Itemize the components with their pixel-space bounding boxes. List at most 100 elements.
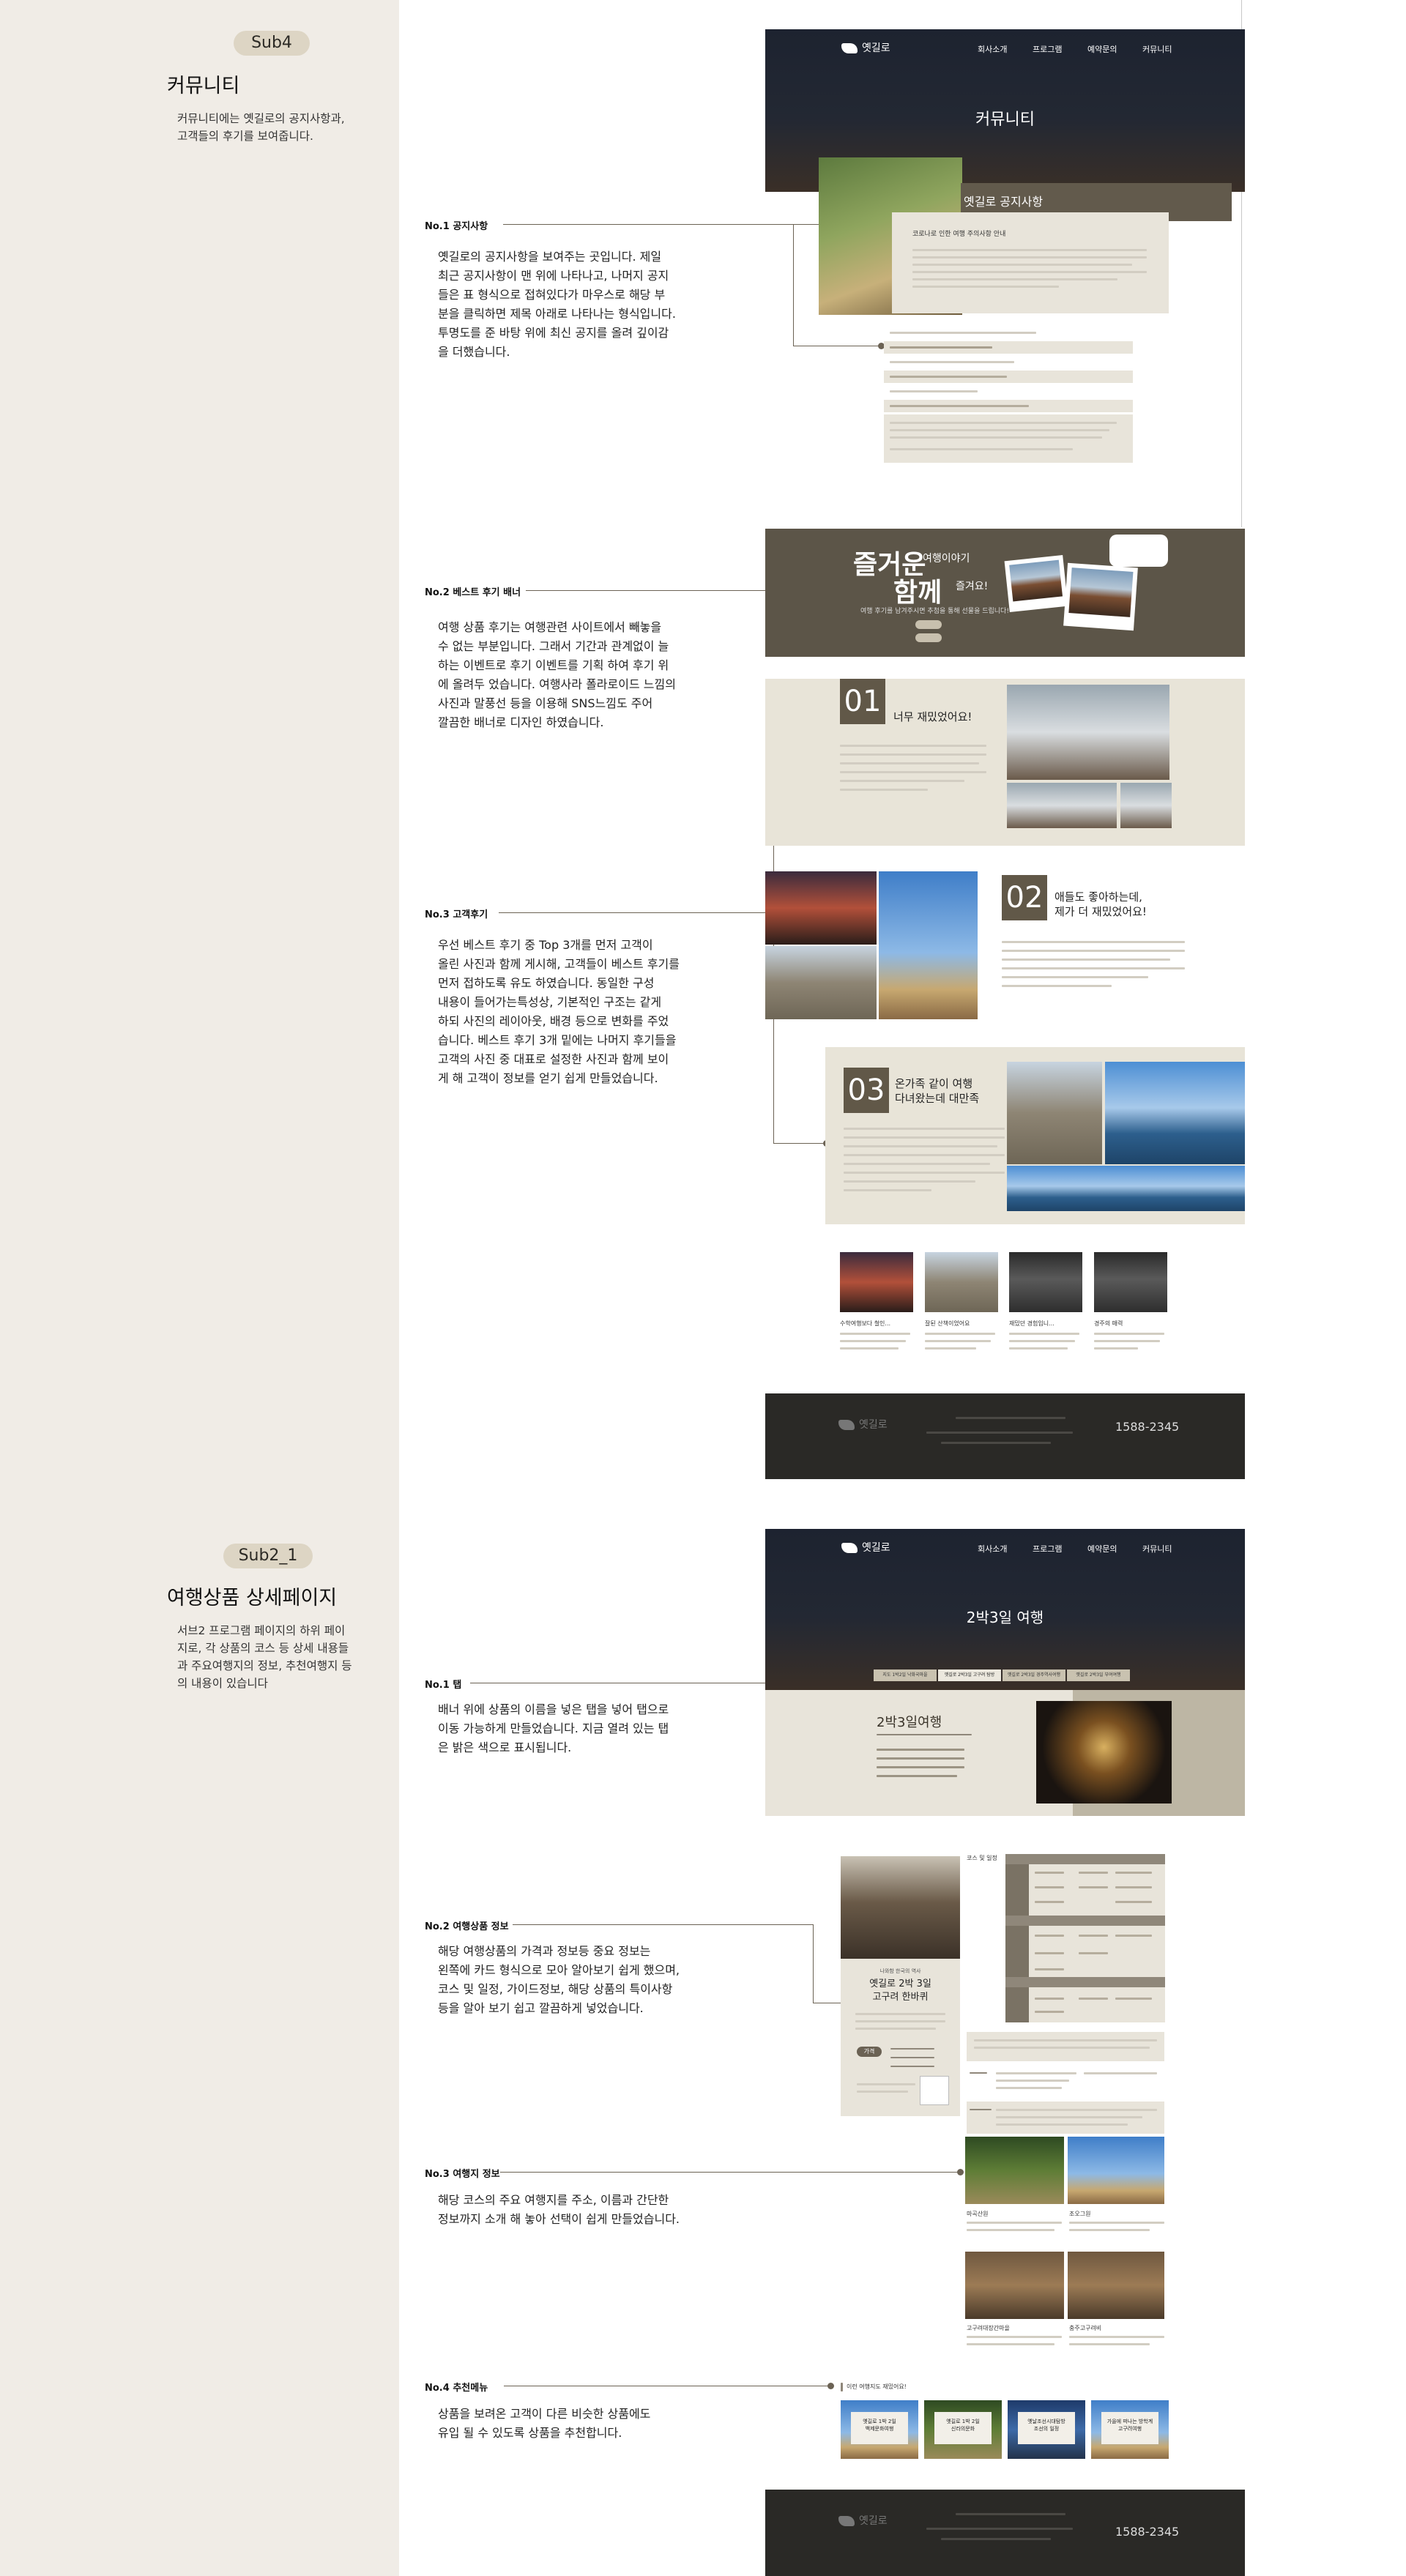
review-photo (765, 871, 877, 945)
notice-table (884, 321, 1133, 464)
review-thumbnail[interactable] (840, 1252, 913, 1312)
review-photo (1007, 685, 1169, 780)
note-dot (827, 2383, 834, 2389)
note-connector (513, 1924, 813, 1925)
review-photo (879, 871, 978, 1019)
destination-name: 조오그원 (1069, 2211, 1091, 2217)
recommend-card[interactable]: 옛길로 1박 2일 신라의문화 (924, 2400, 1002, 2459)
recommend-card[interactable]: 옛길로 1박 2일 백제문화여행 (841, 2400, 918, 2459)
latest-notice-card[interactable]: 코로나로 인한 여행 주의사항 안내 (892, 212, 1169, 313)
recommend-card-title: 옛길로 1박 2일 신라의문화 (946, 2419, 980, 2432)
recommend-card[interactable]: 가을에 떠나는 방학계 고구려여행 (1091, 2400, 1169, 2459)
logo-icon (841, 1543, 858, 1553)
review-photo (1120, 783, 1172, 828)
review-photo (1007, 783, 1117, 828)
banner-headline-small-1: 여행이야기 (923, 553, 970, 565)
banner-headline-2: 함께 (893, 578, 942, 608)
review-thumbnail[interactable] (1009, 1252, 1082, 1312)
recommend-card-title: 가을에 떠나는 방학계 고구려여행 (1106, 2419, 1153, 2432)
note-label-product-info: No.2 여행상품 정보 (425, 1921, 509, 1932)
nav-item-reservation[interactable]: 예약문의 (1087, 43, 1117, 55)
product-tab[interactable]: 지도 1박2일 낙화국마을 (874, 1669, 937, 1681)
section-badge-sub2-1: Sub2_1 (223, 1544, 313, 1568)
note-connector (793, 224, 794, 346)
note-text-product-info: 해당 여행상품의 가격과 정보등 중요 정보는 왼쪽에 카드 형식으로 모아 알… (438, 1944, 680, 2015)
note-text-destinations: 해당 코스의 주요 여행지를 주소, 이름과 간단한 정보까지 소개 해 놓아 … (438, 2193, 680, 2226)
best-review-3[interactable]: 03 온가족 같이 여행 다녀왔는데 대만족 (825, 1047, 1245, 1224)
note-label-destinations: No.3 여행지 정보 (425, 2169, 500, 2180)
product-tab-active[interactable]: 옛길로 2박3일 고구려 탐방 (938, 1669, 1001, 1681)
recommend-card-title: 옛날조선시대탐방 조선의 일정 (1027, 2419, 1065, 2432)
thumbnail-title: 잘된 산책이었어요 (925, 1320, 970, 1327)
recommend-card[interactable]: 옛날조선시대탐방 조선의 일정 (1008, 2400, 1085, 2459)
notice-row[interactable] (884, 371, 1133, 384)
destination-photo[interactable] (1068, 2137, 1164, 2204)
note-label-notice: No.1 공지사항 (425, 221, 488, 232)
logo-icon (841, 43, 858, 53)
nav-item-program[interactable]: 프로그램 (1033, 1543, 1062, 1555)
note-text-banner: 여행 상품 후기는 여행관련 사이트에서 빼놓을 수 없는 부분입니다. 그래서… (438, 620, 676, 729)
destination-photo[interactable] (965, 2252, 1064, 2319)
thumbnail-title: 수학여행보다 철인... (840, 1320, 891, 1327)
destination-name: 마곡산원 (967, 2211, 989, 2217)
destination-photo[interactable] (1068, 2252, 1164, 2319)
destination-name: 충주고구려비 (1069, 2325, 1102, 2331)
banner-headline-small-2: 즐겨요! (956, 581, 989, 592)
notice-row[interactable] (884, 327, 1133, 340)
nav-item-about[interactable]: 회사소개 (978, 43, 1007, 55)
course-label: 코스 및 일정 (967, 1855, 997, 1861)
thumbnail-title: 재밌던 경험입니... (1009, 1320, 1054, 1327)
notice-row[interactable] (884, 400, 1133, 413)
site-logo[interactable]: 옛길로 (841, 1540, 890, 1555)
review-event-banner[interactable]: 즐거운 여행이야기 함께 즐겨요! 여행 후기를 남겨주시면 추첨을 통해 선물… (765, 529, 1245, 657)
note-dot (957, 2169, 964, 2175)
destination-photo[interactable] (965, 2137, 1064, 2204)
course-notice (967, 2032, 1164, 2061)
logo-icon (838, 2516, 855, 2526)
note-connector (500, 2172, 960, 2173)
product-tab[interactable]: 옛길로 2박3일 부여여행 (1067, 1669, 1130, 1681)
review-title: 애들도 좋아하는데, 제가 더 재밌었어요! (1054, 890, 1147, 918)
site-logo[interactable]: 옛길로 (841, 40, 890, 55)
thumbnail-title: 경주의 매력 (1094, 1320, 1123, 1327)
note-label-tab: No.1 탭 (425, 1680, 462, 1691)
section-desc-sub4: 커뮤니티에는 옛길로의 공지사항과, 고객들의 후기를 보여줍니다. (177, 112, 345, 143)
product-info-card: 나와함 한국의 역사 옛길로 2박 3일 고구려 한바퀴 가격 (841, 1856, 960, 2116)
best-review-1[interactable]: 01 너무 재밌었어요! (765, 657, 1245, 846)
notice-row[interactable] (884, 385, 1133, 398)
note-label-recommend: No.4 추천메뉴 (425, 2383, 488, 2394)
note-text-recommend: 상품을 보려온 고객이 다른 비슷한 상품에도 유입 될 수 있도록 상품을 추… (438, 2407, 651, 2440)
review-photo (1007, 1166, 1245, 1211)
review-photo (1105, 1062, 1245, 1164)
speech-bubble (1109, 535, 1168, 567)
rank-number: 02 (1002, 875, 1047, 920)
note-connector (773, 1143, 826, 1144)
logo-icon (838, 1420, 855, 1430)
banner-subtext: 여행 후기를 남겨주시면 추첨을 통해 선물을 드립니다! (860, 608, 1009, 615)
hero-title: 커뮤니티 (975, 111, 1035, 129)
section-title-sub4: 커뮤니티 (167, 75, 240, 97)
review-title: 온가족 같이 여행 다녀왔는데 대만족 (895, 1077, 980, 1105)
nav-item-community[interactable]: 커뮤니티 (1142, 1543, 1172, 1555)
card-title: 옛길로 2박 3일 고구려 한바퀴 (869, 1978, 931, 2003)
note-label-banner: No.2 베스트 후기 배너 (425, 587, 521, 598)
note-text-reviews: 우선 베스트 후기 중 Top 3개를 먼저 고객이 올린 사진과 함께 게시해… (438, 938, 680, 1085)
note-label-reviews: No.3 고객후기 (425, 909, 488, 920)
review-title: 너무 재밌었어요! (893, 710, 972, 723)
nav-item-about[interactable]: 회사소개 (978, 1543, 1007, 1555)
destination-name: 고구려대장간마을 (967, 2325, 1010, 2331)
notice-row[interactable] (884, 356, 1133, 369)
review-thumbnail[interactable] (925, 1252, 998, 1312)
nav-item-program[interactable]: 프로그램 (1033, 43, 1062, 55)
nav-item-reservation[interactable]: 예약문의 (1087, 1543, 1117, 1555)
note-connector (526, 590, 778, 591)
recommend-card-title: 옛길로 1박 2일 백제문화여행 (863, 2419, 896, 2432)
section-desc-sub2-1: 서브2 프로그램 페이지의 하위 페이 지로, 각 상품의 코스 등 상세 내용… (177, 1624, 352, 1690)
special-notes (967, 2102, 1164, 2134)
product-tab[interactable]: 옛길로 2박3일 경주역사여행 (1003, 1669, 1065, 1681)
review-thumbnail[interactable] (1094, 1252, 1167, 1312)
notice-section-title: 옛길로 공지사항 (964, 195, 1044, 209)
nav-item-community[interactable]: 커뮤니티 (1142, 43, 1172, 55)
notice-row[interactable] (884, 341, 1133, 354)
course-table (1005, 1854, 1165, 2022)
